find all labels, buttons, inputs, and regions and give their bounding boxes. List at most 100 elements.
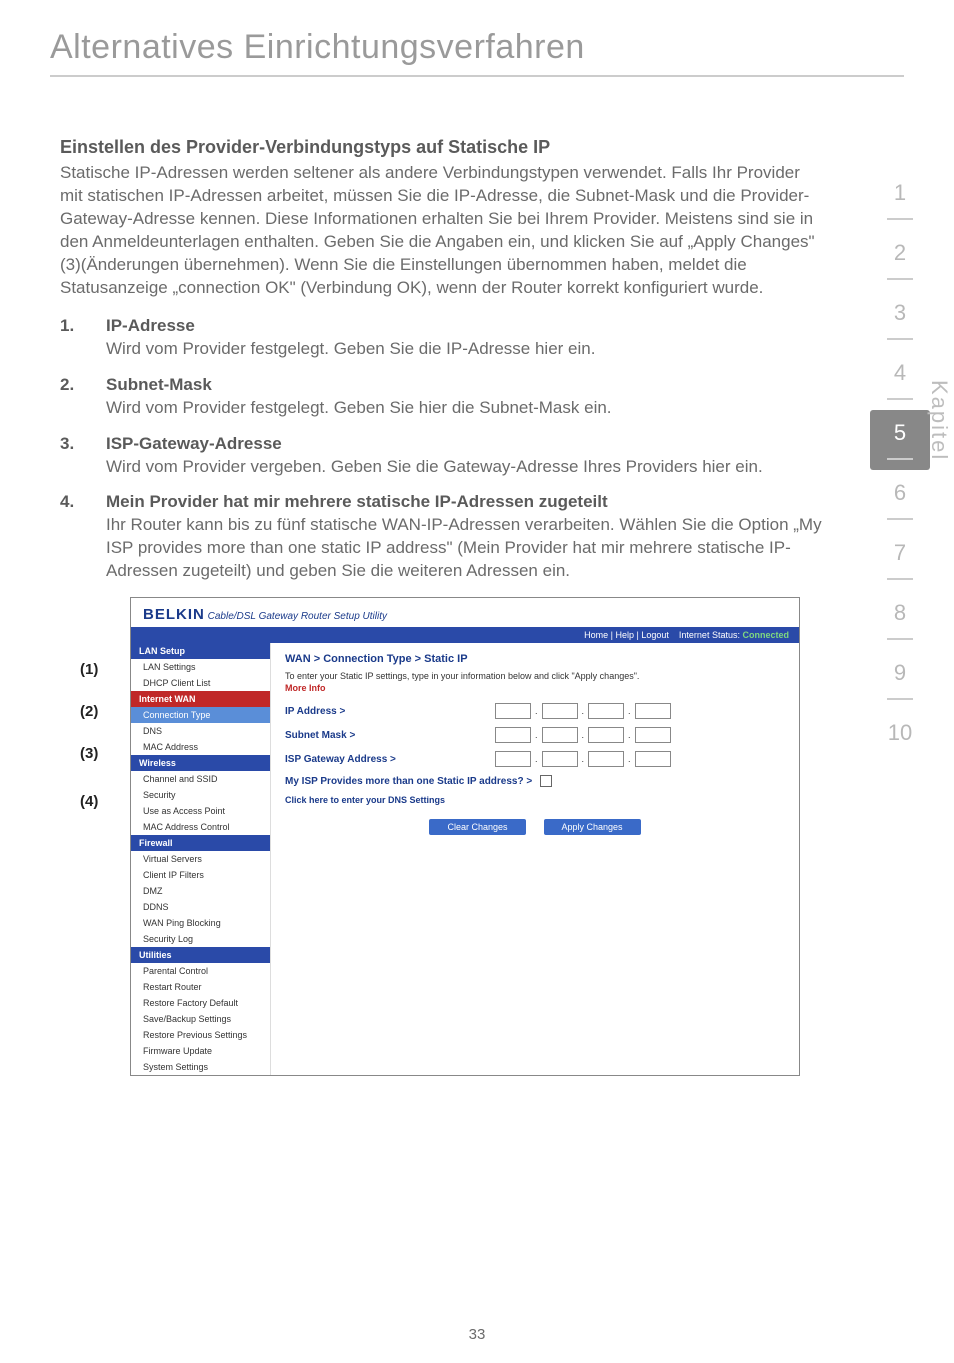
breadcrumb: WAN > Connection Type > Static IP bbox=[285, 653, 785, 665]
nav-parental[interactable]: Parental Control bbox=[131, 963, 270, 979]
gateway-octet-4[interactable] bbox=[635, 751, 671, 767]
nav-head-wan[interactable]: Internet WAN bbox=[131, 691, 270, 707]
chapter-tab-5[interactable]: 5 bbox=[870, 410, 930, 470]
nav-channel-ssid[interactable]: Channel and SSID bbox=[131, 771, 270, 787]
nav-restore-factory[interactable]: Restore Factory Default bbox=[131, 995, 270, 1011]
intro-paragraph: Statische IP-Adressen werden seltener al… bbox=[60, 162, 824, 300]
chapter-tab-9[interactable]: 9 bbox=[870, 650, 930, 710]
callout-3: (3) bbox=[80, 745, 98, 762]
item-title: Mein Provider hat mir mehrere statische … bbox=[106, 492, 824, 512]
belkin-subtitle: Cable/DSL Gateway Router Setup Utility bbox=[208, 611, 387, 622]
callout-4: (4) bbox=[80, 793, 98, 810]
nav-lan-settings[interactable]: LAN Settings bbox=[131, 659, 270, 675]
nav-security-log[interactable]: Security Log bbox=[131, 931, 270, 947]
chapter-tab-10[interactable]: 10 bbox=[870, 710, 930, 756]
list-item-2: 2. Subnet-Mask Wird vom Provider festgel… bbox=[60, 375, 824, 420]
nav-dhcp-client[interactable]: DHCP Client List bbox=[131, 675, 270, 691]
apply-changes-button[interactable]: Apply Changes bbox=[544, 819, 641, 835]
chapter-tab-2[interactable]: 2 bbox=[870, 230, 930, 290]
router-header: BELKIN Cable/DSL Gateway Router Setup Ut… bbox=[131, 598, 799, 627]
subnet-octet-3[interactable] bbox=[588, 727, 624, 743]
ip-address-label: IP Address > bbox=[285, 706, 495, 717]
gateway-row: ISP Gateway Address > . . . bbox=[285, 751, 785, 767]
chapter-tab-6[interactable]: 6 bbox=[870, 470, 930, 530]
subnet-octet-4[interactable] bbox=[635, 727, 671, 743]
gateway-octet-3[interactable] bbox=[588, 751, 624, 767]
main-content: Einstellen des Provider-Verbindungstyps … bbox=[0, 137, 954, 1076]
title-underline bbox=[50, 75, 904, 77]
chapter-tab-8[interactable]: 8 bbox=[870, 590, 930, 650]
subnet-octet-2[interactable] bbox=[542, 727, 578, 743]
item-title: ISP-Gateway-Adresse bbox=[106, 434, 824, 454]
multi-ip-checkbox[interactable] bbox=[540, 775, 552, 787]
section-heading: Einstellen des Provider-Verbindungstyps … bbox=[60, 137, 824, 158]
gateway-inputs: . . . bbox=[495, 751, 671, 767]
status-links[interactable]: Home | Help | Logout bbox=[584, 630, 669, 640]
chapter-tab-7[interactable]: 7 bbox=[870, 530, 930, 590]
ip-octet-2[interactable] bbox=[542, 703, 578, 719]
callouts: (1) (2) (3) (4) bbox=[80, 597, 130, 1076]
subnet-octet-1[interactable] bbox=[495, 727, 531, 743]
nav-dmz[interactable]: DMZ bbox=[131, 883, 270, 899]
nav-head-wireless[interactable]: Wireless bbox=[131, 755, 270, 771]
nav-system-settings[interactable]: System Settings bbox=[131, 1059, 270, 1075]
router-screenshot: BELKIN Cable/DSL Gateway Router Setup Ut… bbox=[130, 597, 800, 1076]
nav-ddns[interactable]: DDNS bbox=[131, 899, 270, 915]
chapter-tab-3[interactable]: 3 bbox=[870, 290, 930, 350]
nav-virtual-servers[interactable]: Virtual Servers bbox=[131, 851, 270, 867]
nav-firmware[interactable]: Firmware Update bbox=[131, 1043, 270, 1059]
item-number: 2. bbox=[60, 375, 106, 420]
page-title: Alternatives Einrichtungsverfahren bbox=[0, 0, 954, 75]
item-text: Ihr Router kann bis zu fünf statische WA… bbox=[106, 514, 824, 583]
belkin-logo: BELKIN bbox=[143, 606, 205, 623]
screenshot-container: (1) (2) (3) (4) BELKIN Cable/DSL Gateway… bbox=[80, 597, 824, 1076]
nav-mac-control[interactable]: MAC Address Control bbox=[131, 819, 270, 835]
gateway-label: ISP Gateway Address > bbox=[285, 754, 495, 765]
chapter-tab-4[interactable]: 4 bbox=[870, 350, 930, 410]
nav-security[interactable]: Security bbox=[131, 787, 270, 803]
nav-access-point[interactable]: Use as Access Point bbox=[131, 803, 270, 819]
gateway-octet-2[interactable] bbox=[542, 751, 578, 767]
item-number: 3. bbox=[60, 434, 106, 479]
nav-restore-prev[interactable]: Restore Previous Settings bbox=[131, 1027, 270, 1043]
status-label: Internet Status: bbox=[679, 630, 740, 640]
ip-address-row: IP Address > . . . bbox=[285, 703, 785, 719]
nav-head-firewall[interactable]: Firewall bbox=[131, 835, 270, 851]
multi-ip-row: My ISP Provides more than one Static IP … bbox=[285, 775, 785, 787]
nav-mac-address[interactable]: MAC Address bbox=[131, 739, 270, 755]
item-title: IP-Adresse bbox=[106, 316, 824, 336]
ip-octet-3[interactable] bbox=[588, 703, 624, 719]
item-text: Wird vom Provider vergeben. Geben Sie di… bbox=[106, 456, 824, 479]
item-number: 4. bbox=[60, 492, 106, 583]
gateway-octet-1[interactable] bbox=[495, 751, 531, 767]
nav-client-filters[interactable]: Client IP Filters bbox=[131, 867, 270, 883]
router-main-panel: WAN > Connection Type > Static IP To ent… bbox=[271, 643, 799, 1075]
multi-ip-label: My ISP Provides more than one Static IP … bbox=[285, 776, 532, 787]
callout-1: (1) bbox=[80, 661, 98, 678]
chapter-tabs: 1 2 3 4 5 6 7 8 9 10 bbox=[870, 170, 930, 756]
ip-inputs: . . . bbox=[495, 703, 671, 719]
subnet-row: Subnet Mask > . . . bbox=[285, 727, 785, 743]
item-text: Wird vom Provider festgelegt. Geben Sie … bbox=[106, 338, 824, 361]
button-row: Clear Changes Apply Changes bbox=[285, 819, 785, 835]
nav-restart[interactable]: Restart Router bbox=[131, 979, 270, 995]
nav-save-backup[interactable]: Save/Backup Settings bbox=[131, 1011, 270, 1027]
list-item-3: 3. ISP-Gateway-Adresse Wird vom Provider… bbox=[60, 434, 824, 479]
router-status-bar: Home | Help | Logout Internet Status: Co… bbox=[131, 627, 799, 643]
subnet-label: Subnet Mask > bbox=[285, 730, 495, 741]
nav-head-utilities[interactable]: Utilities bbox=[131, 947, 270, 963]
item-number: 1. bbox=[60, 316, 106, 361]
dns-link[interactable]: Click here to enter your DNS Settings bbox=[285, 795, 785, 805]
chapter-tab-1[interactable]: 1 bbox=[870, 170, 930, 230]
more-info-link[interactable]: More Info bbox=[285, 683, 785, 693]
nav-dns[interactable]: DNS bbox=[131, 723, 270, 739]
list-item-4: 4. Mein Provider hat mir mehrere statisc… bbox=[60, 492, 824, 583]
item-text: Wird vom Provider festgelegt. Geben Sie … bbox=[106, 397, 824, 420]
clear-changes-button[interactable]: Clear Changes bbox=[429, 819, 525, 835]
router-body: LAN Setup LAN Settings DHCP Client List … bbox=[131, 643, 799, 1075]
nav-head-lan[interactable]: LAN Setup bbox=[131, 643, 270, 659]
ip-octet-4[interactable] bbox=[635, 703, 671, 719]
nav-wan-ping[interactable]: WAN Ping Blocking bbox=[131, 915, 270, 931]
ip-octet-1[interactable] bbox=[495, 703, 531, 719]
nav-connection-type[interactable]: Connection Type bbox=[131, 707, 270, 723]
